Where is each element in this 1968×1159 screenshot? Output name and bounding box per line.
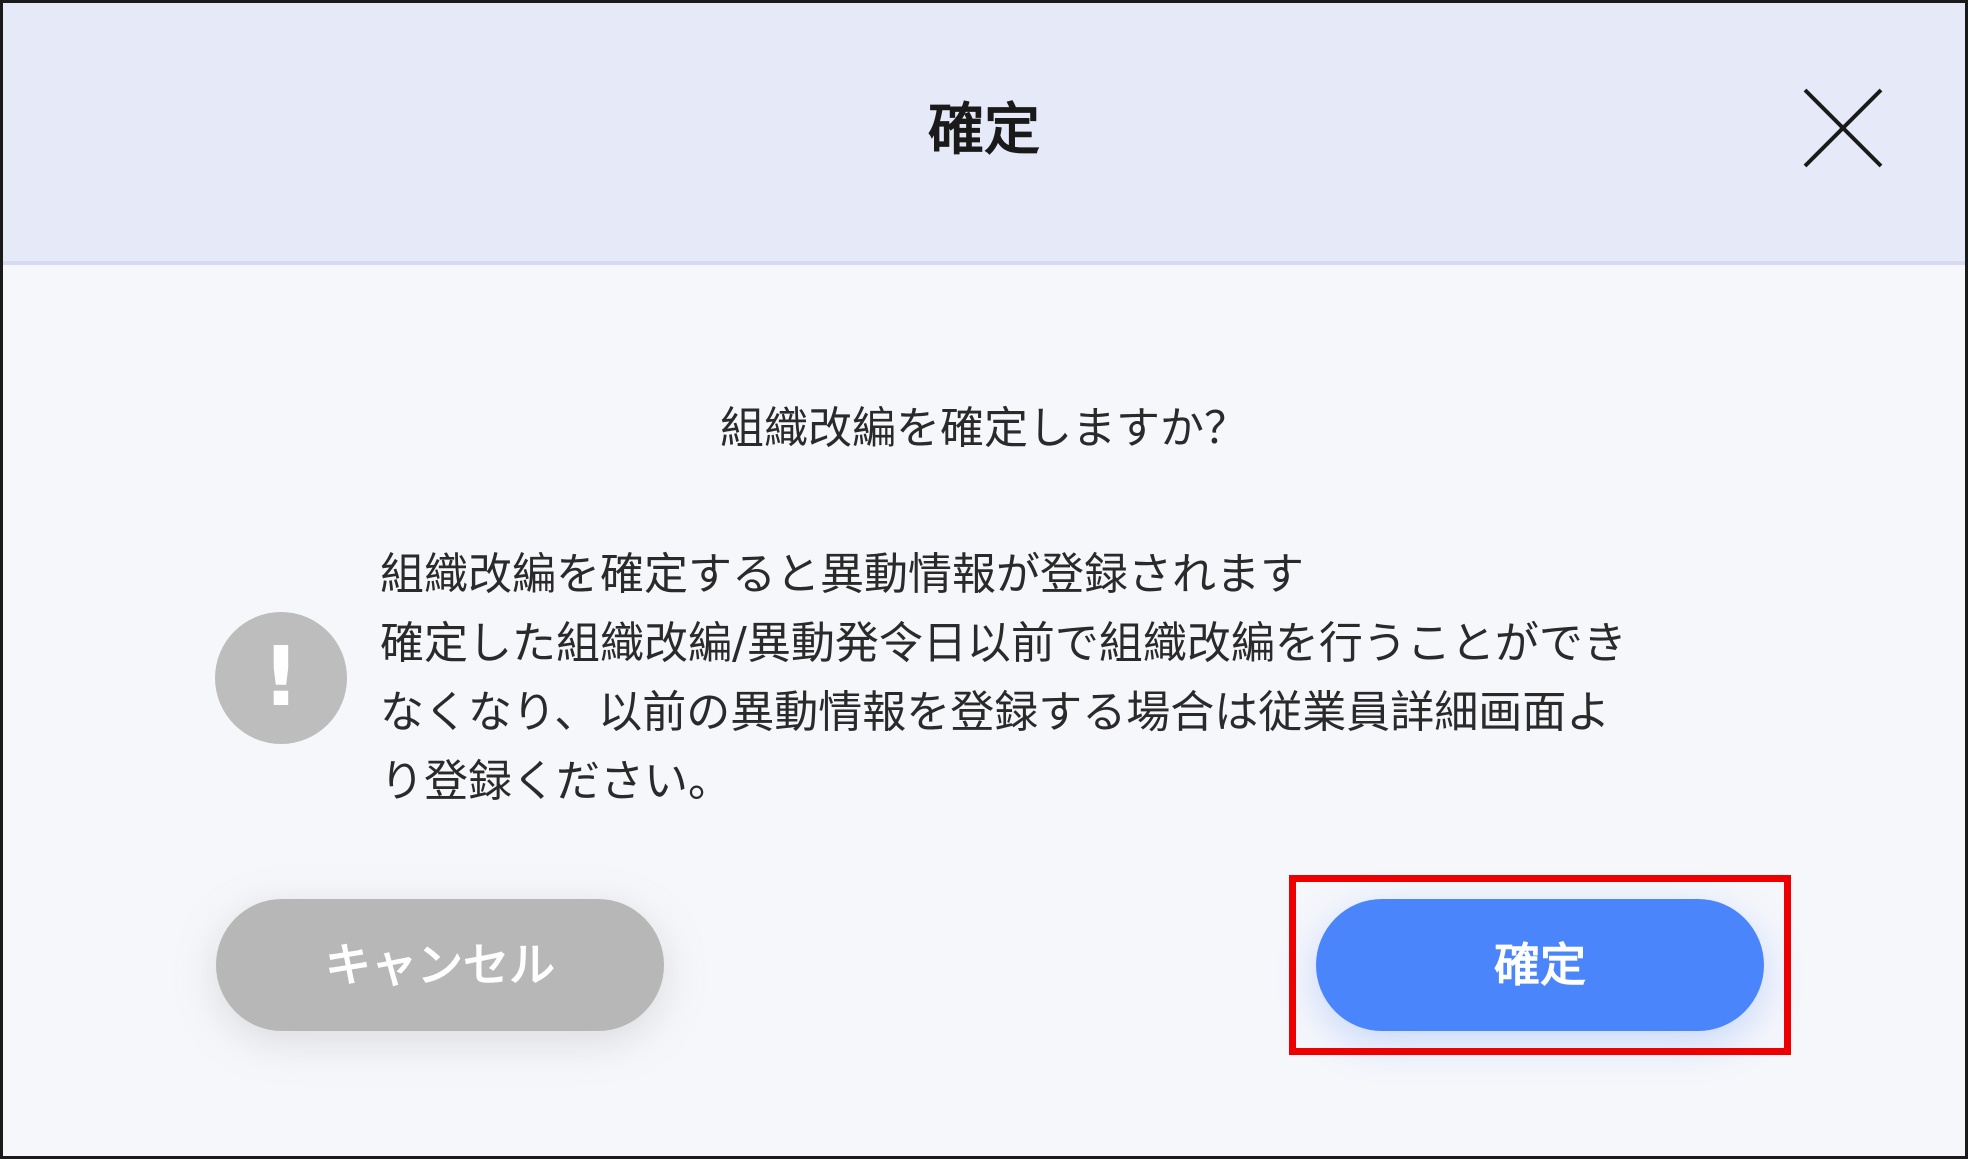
confirm-dialog: 確定 組織改編を確定しますか？ ! 組織改編を確定すると異動情報が登録されます … xyxy=(0,0,1968,1159)
warning-message: 組織改編を確定すると異動情報が登録されます 確定した組織改編/異動発令日以前で組… xyxy=(380,540,1760,816)
dialog-title: 確定 xyxy=(928,98,1040,163)
cancel-button[interactable]: キャンセル xyxy=(216,899,664,1031)
close-button[interactable] xyxy=(1803,88,1883,168)
message-line: 確定した組織改編/異動発令日以前で組織改編を行うことができ xyxy=(380,618,1627,669)
dialog-header: 確定 xyxy=(3,3,1965,265)
message-line: 組織改編を確定すると異動情報が登録されます xyxy=(380,549,1304,600)
message-line: り登録ください。 xyxy=(380,756,732,807)
confirm-button[interactable]: 確定 xyxy=(1316,899,1764,1031)
message-line: なくなり、以前の異動情報を登録する場合は従業員詳細画面よ xyxy=(380,687,1611,738)
confirm-question: 組織改編を確定しますか？ xyxy=(720,403,1248,454)
exclamation-icon: ! xyxy=(215,612,347,744)
close-icon xyxy=(1803,88,1883,168)
